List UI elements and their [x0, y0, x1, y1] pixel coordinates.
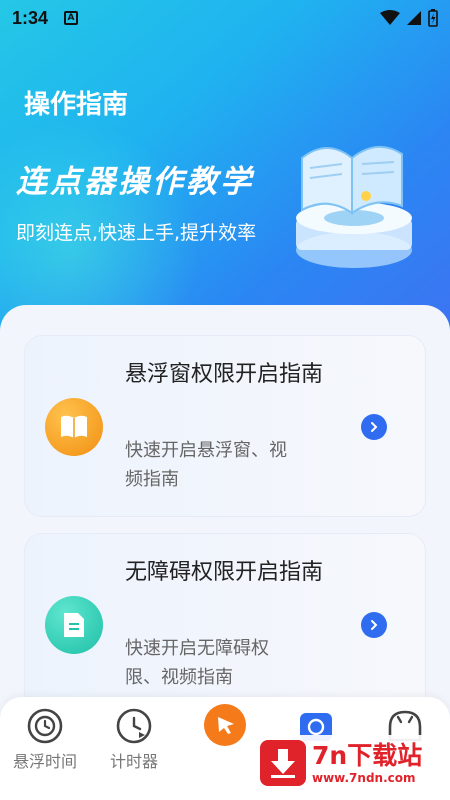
document-icon	[45, 596, 103, 654]
nav-label: 悬浮时间	[12, 752, 77, 771]
card-description: 快速开启悬浮窗、视频指南	[125, 440, 287, 490]
watermark-url: www.7ndn.com	[312, 771, 416, 785]
nav-item-timer[interactable]: 计时器	[99, 707, 169, 775]
hero-heading: 连点器操作教学	[16, 164, 254, 200]
download-arrow-icon	[260, 740, 306, 786]
nav-item-float-time[interactable]: 悬浮时间	[10, 707, 80, 775]
hero-subtitle: 即刻连点,快速上手,提升效率	[16, 222, 257, 244]
card-title: 悬浮窗权限开启指南	[125, 362, 324, 387]
battery-icon	[428, 9, 438, 27]
card-title: 无障碍权限开启指南	[125, 560, 324, 585]
timer-icon	[116, 708, 152, 744]
nav-label: 计时器	[109, 752, 158, 771]
book-icon	[45, 398, 103, 456]
hero-banner: 1:34 A 操作指南 连点器操作教学 即刻连点,快速上手,提升效率	[0, 0, 450, 340]
guide-card-floating-window[interactable]: 悬浮窗权限开启指南 快速开启悬浮窗、视频指南	[24, 335, 426, 517]
cursor-click-icon	[204, 704, 246, 746]
watermark-text: 7n下载站 www.7ndn.com	[312, 741, 422, 785]
status-time: 1:34	[12, 7, 49, 28]
chevron-right-icon[interactable]	[361, 612, 387, 638]
book-illustration	[296, 146, 412, 268]
nav-item-clicker[interactable]	[190, 703, 260, 751]
clock-icon	[27, 708, 63, 744]
wifi-icon	[380, 10, 400, 25]
card-description: 快速开启无障碍权限、视频指南	[125, 638, 269, 688]
watermark: 7n下载站 www.7ndn.com	[260, 735, 442, 791]
signal-icon	[407, 11, 421, 25]
chevron-right-icon[interactable]	[361, 414, 387, 440]
status-bar: 1:34 A	[0, 0, 450, 36]
notification-a-icon: A	[64, 11, 79, 25]
guide-card-accessibility[interactable]: 无障碍权限开启指南 快速开启无障碍权限、视频指南	[24, 533, 426, 715]
page-title: 操作指南	[24, 90, 129, 120]
watermark-brand: 7n下载站	[312, 741, 423, 770]
status-icons	[380, 9, 438, 27]
